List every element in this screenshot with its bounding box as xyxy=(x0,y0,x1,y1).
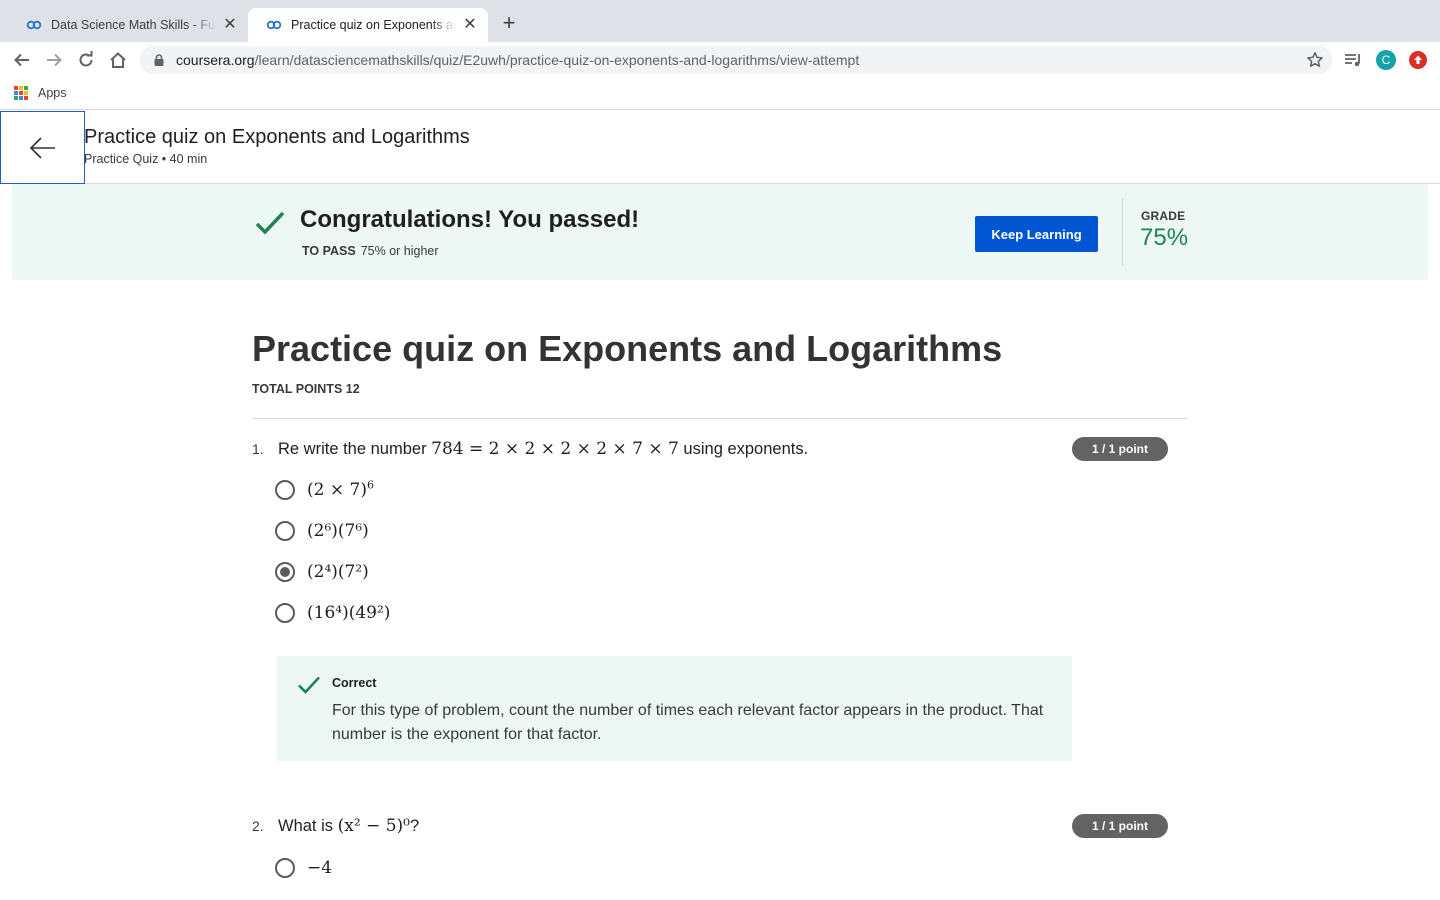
to-pass-label: TO PASS xyxy=(302,244,356,258)
forward-arrow-icon[interactable] xyxy=(42,48,66,72)
update-icon[interactable] xyxy=(1409,51,1427,69)
answer-option[interactable]: (2⁶)(7⁶) xyxy=(275,519,369,543)
tab-title: Data Science Math Skills - Fundamentals xyxy=(51,18,216,32)
coursera-favicon-icon xyxy=(266,20,282,30)
radio-button-checked[interactable] xyxy=(275,562,295,582)
bookmarks-bar: Apps xyxy=(0,78,1440,110)
url-text: coursera.org/learn/datasciencemathskills… xyxy=(176,52,859,68)
header-subtitle: Practice Quiz • 40 min xyxy=(84,152,208,166)
option-label: (2⁴)(7²) xyxy=(307,562,369,582)
course-header: Practice quiz on Exponents and Logarithm… xyxy=(0,110,1440,184)
radio-button[interactable] xyxy=(275,521,295,541)
radio-button[interactable] xyxy=(275,858,295,878)
arrow-left-icon xyxy=(29,136,55,159)
browser-tab-inactive[interactable]: Data Science Math Skills - Fundamentals … xyxy=(8,8,248,42)
prompt-text: Re write the number xyxy=(278,440,427,458)
answer-option[interactable]: −4 xyxy=(275,856,332,880)
checkmark-icon xyxy=(298,676,320,694)
prompt-math: 784 = 2 × 2 × 2 × 2 × 7 × 7 xyxy=(431,439,679,459)
total-points: TOTAL POINTS 12 xyxy=(252,382,360,396)
address-bar[interactable]: coursera.org/learn/datasciencemathskills… xyxy=(140,46,1332,74)
apps-bookmark[interactable]: Apps xyxy=(38,86,67,100)
new-tab-icon[interactable]: + xyxy=(498,12,520,35)
option-label: (2 × 7)6 xyxy=(307,478,374,500)
answer-option[interactable]: (2 × 7)6 xyxy=(275,478,374,502)
home-icon[interactable] xyxy=(106,48,130,72)
feedback-box: Correct For this type of problem, count … xyxy=(277,656,1072,761)
question-number: 1. xyxy=(252,441,264,457)
pass-banner: Congratulations! You passed! TO PASS 75% … xyxy=(12,184,1428,280)
quiz-title: Practice quiz on Exponents and Logarithm… xyxy=(252,328,1003,369)
question-number: 2. xyxy=(252,818,264,834)
bookmark-star-icon[interactable] xyxy=(1306,51,1324,69)
option-label: (2⁶)(7⁶) xyxy=(307,521,369,541)
header-title: Practice quiz on Exponents and Logarithm… xyxy=(84,126,470,148)
reading-list-icon[interactable] xyxy=(1343,50,1363,70)
feedback-text: For this type of problem, count the numb… xyxy=(332,702,1044,743)
back-arrow-icon[interactable] xyxy=(10,48,34,72)
question-prompt: What is (x² − 5)⁰? xyxy=(278,816,419,836)
coursera-favicon-icon xyxy=(26,20,42,30)
banner-divider xyxy=(1122,198,1123,266)
checkmark-icon xyxy=(255,211,285,235)
section-divider xyxy=(252,418,1188,419)
pass-message: Congratulations! You passed! xyxy=(300,206,640,233)
reload-icon[interactable] xyxy=(74,48,98,72)
url-path: /learn/datasciencemathskills/quiz/E2uwh/… xyxy=(254,52,860,68)
to-pass-info: TO PASS 75% or higher xyxy=(302,244,439,258)
browser-tab-active[interactable]: Practice quiz on Exponents and Logarithm… xyxy=(248,8,488,42)
option-label: (16⁴)(49²) xyxy=(307,603,391,623)
answer-option-selected[interactable]: (2⁴)(7²) xyxy=(275,560,369,584)
grade-value: 75% xyxy=(1140,224,1189,251)
radio-button[interactable] xyxy=(275,480,295,500)
prompt-text: using exponents. xyxy=(683,440,809,458)
url-host: coursera.org xyxy=(176,52,255,68)
tab-close-icon[interactable]: ✕ xyxy=(462,17,478,33)
back-button[interactable] xyxy=(0,111,85,184)
apps-grid-icon[interactable] xyxy=(14,86,28,100)
points-badge: 1 / 1 point xyxy=(1072,814,1168,838)
option-label: −4 xyxy=(307,858,333,878)
prompt-text: ? xyxy=(409,817,420,835)
tab-close-icon[interactable]: ✕ xyxy=(222,17,238,33)
prompt-text: What is xyxy=(278,817,334,835)
radio-button[interactable] xyxy=(275,603,295,623)
question-prompt: Re write the number 784 = 2 × 2 × 2 × 2 … xyxy=(278,439,808,459)
answer-option[interactable]: (16⁴)(49²) xyxy=(275,601,390,625)
keep-learning-button[interactable]: Keep Learning xyxy=(975,216,1098,252)
prompt-math: (x² − 5)⁰ xyxy=(337,816,410,836)
profile-avatar[interactable]: C xyxy=(1376,50,1396,70)
browser-toolbar: coursera.org/learn/datasciencemathskills… xyxy=(0,42,1440,78)
feedback-label: Correct xyxy=(332,676,377,690)
lock-icon xyxy=(154,54,164,66)
grade-label: GRADE xyxy=(1141,209,1186,223)
tab-title: Practice quiz on Exponents and Logarithm… xyxy=(291,18,456,32)
browser-tab-bar: Data Science Math Skills - Fundamentals … xyxy=(0,0,1440,42)
points-badge: 1 / 1 point xyxy=(1072,437,1168,461)
to-pass-value: 75% or higher xyxy=(360,244,439,258)
